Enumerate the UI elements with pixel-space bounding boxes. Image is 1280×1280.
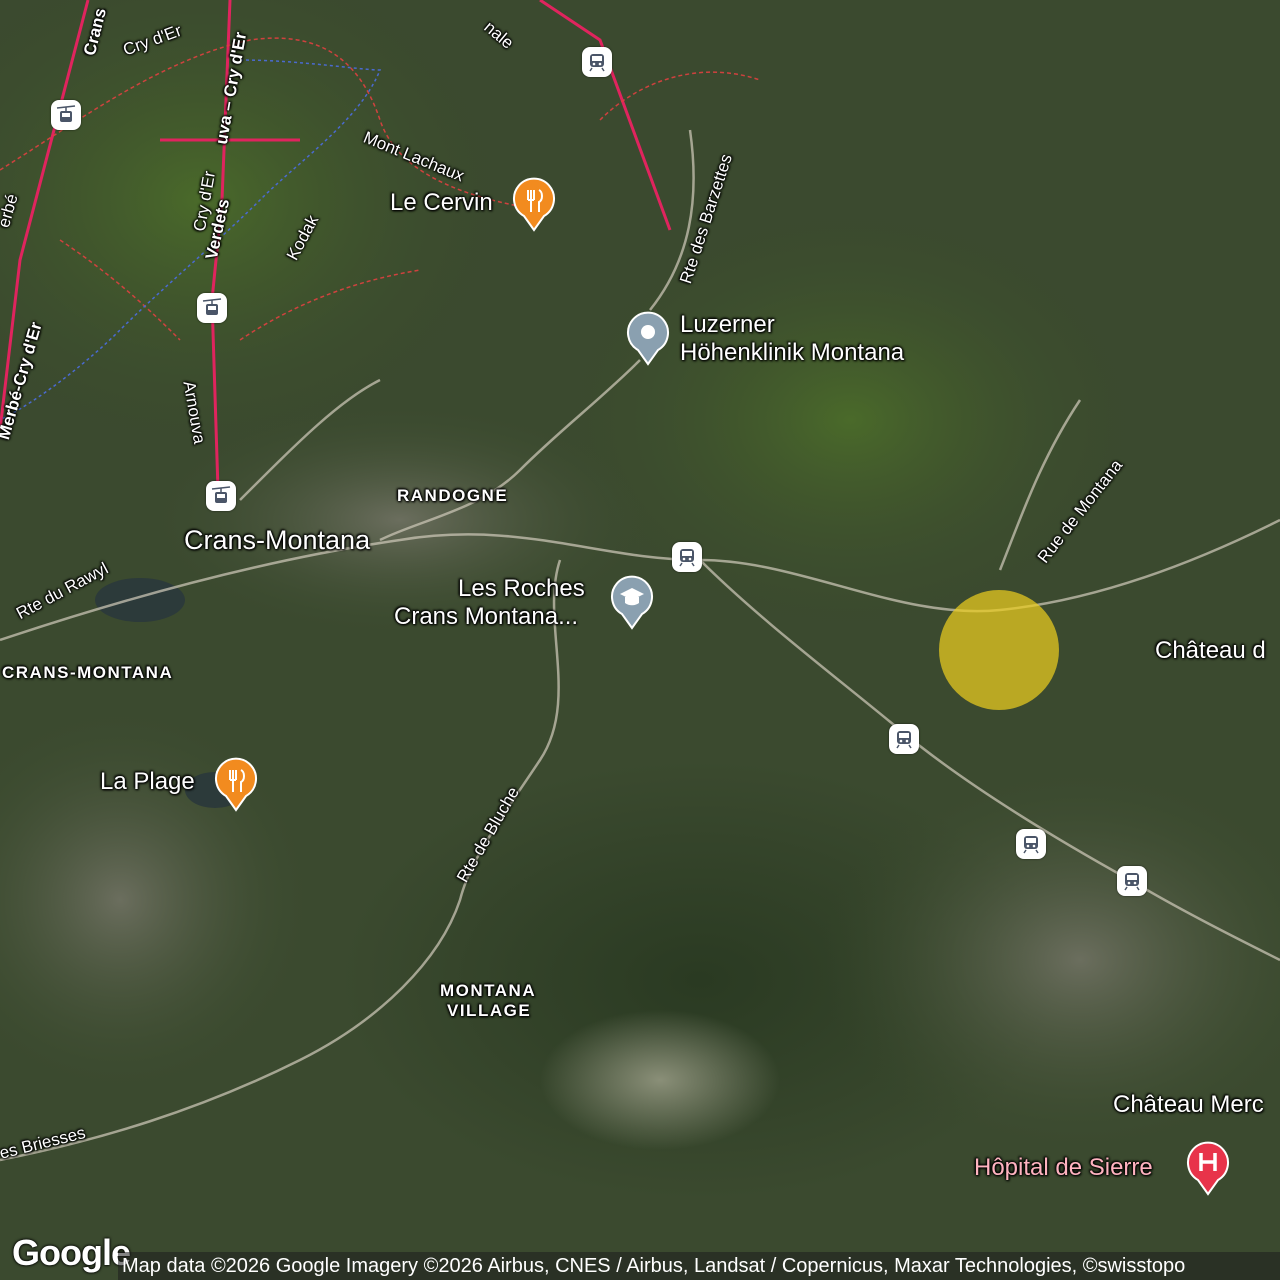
place-label-montana[interactable]: MONTANA (440, 981, 536, 1001)
place-label-village[interactable]: VILLAGE (447, 1001, 531, 1021)
cable-car-icon[interactable] (51, 100, 81, 130)
satellite-map[interactable] (0, 0, 1280, 1280)
rock-area (540, 1010, 780, 1150)
place-label-crans-montana-caps[interactable]: CRANS-MONTANA (2, 663, 173, 683)
cable-car-icon[interactable] (206, 481, 236, 511)
cable-car-icon[interactable] (197, 293, 227, 323)
highlight-circle[interactable] (939, 590, 1059, 710)
hospital-icon[interactable] (1186, 1140, 1230, 1196)
google-logo: Google (12, 1232, 131, 1273)
train-icon[interactable] (1016, 829, 1046, 859)
train-icon[interactable] (582, 47, 612, 77)
poi-label-luzerner-2[interactable]: Höhenklinik Montana (680, 339, 904, 366)
train-icon[interactable] (672, 542, 702, 572)
train-icon[interactable] (1117, 866, 1147, 896)
place-label-crans-montana[interactable]: Crans-Montana (184, 525, 370, 556)
map-attribution[interactable]: Map data ©2026 Google Imagery ©2026 Airb… (118, 1252, 1280, 1280)
poi-label-la-plage[interactable]: La Plage (100, 768, 195, 795)
poi-label-les-roches-1[interactable]: Les Roches (458, 575, 585, 602)
poi-label-le-cervin[interactable]: Le Cervin (390, 189, 493, 216)
lake (95, 578, 185, 622)
poi-label-luzerner-1[interactable]: Luzerner (680, 311, 775, 338)
poi-label-hopital-de-sierre[interactable]: Hôpital de Sierre (974, 1154, 1153, 1181)
school-icon[interactable] (610, 574, 654, 630)
place-label-randogne[interactable]: RANDOGNE (397, 486, 508, 506)
train-icon[interactable] (889, 724, 919, 754)
poi-label-les-roches-2[interactable]: Crans Montana... (394, 603, 578, 630)
restaurant-icon[interactable] (214, 756, 258, 812)
place-pin-icon[interactable] (626, 310, 670, 366)
restaurant-icon[interactable] (512, 176, 556, 232)
place-label-chateau-d[interactable]: Château d (1155, 637, 1266, 664)
place-label-chateau-merc[interactable]: Château Merc (1113, 1091, 1264, 1118)
